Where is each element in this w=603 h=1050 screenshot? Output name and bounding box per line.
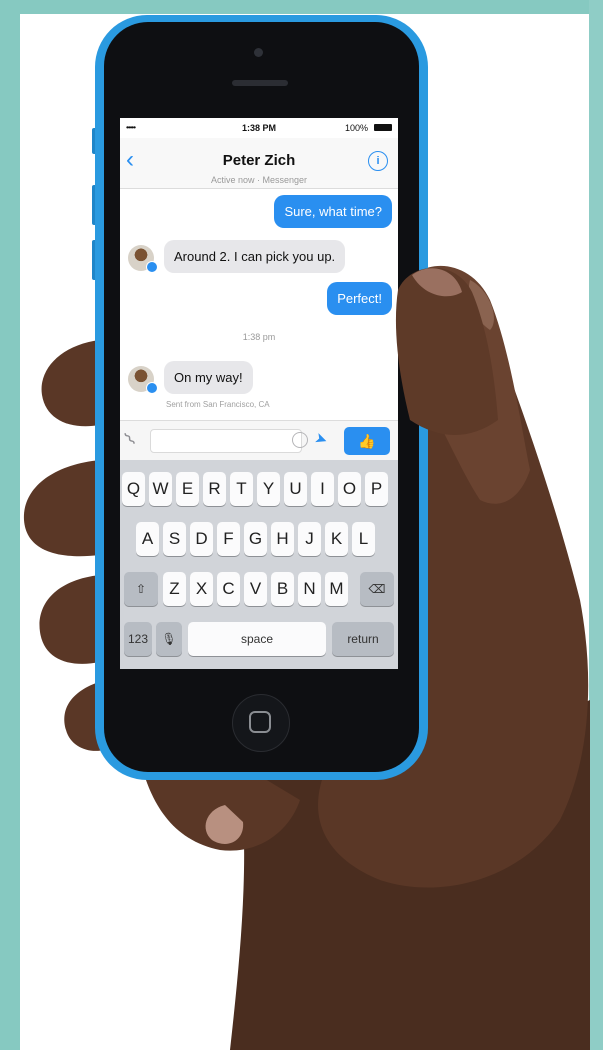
conversation-title: Peter Zich	[222, 152, 296, 169]
battery-percent: 100%	[344, 123, 368, 133]
key-c[interactable]: C	[217, 572, 240, 606]
backspace-icon[interactable]: ⌫	[360, 572, 394, 606]
key-k[interactable]: K	[325, 522, 348, 556]
key-p[interactable]: P	[365, 472, 388, 506]
paperclip-icon[interactable]: ⌇	[120, 429, 140, 451]
key-s[interactable]: S	[163, 522, 186, 556]
message-composer: ⌇ ➤ 👍	[120, 420, 398, 461]
message-input[interactable]	[150, 429, 302, 453]
key-f[interactable]: F	[217, 522, 240, 556]
key-r[interactable]: R	[203, 472, 226, 506]
shift-icon[interactable]: ⇧	[124, 572, 158, 606]
messenger-badge-icon	[146, 382, 158, 394]
key-t[interactable]: T	[230, 472, 253, 506]
key-i[interactable]: I	[311, 472, 334, 506]
numbers-key[interactable]: 123	[124, 622, 152, 656]
conversation-header: ‹ Peter Zich Active now · Messenger i	[120, 138, 398, 189]
key-w[interactable]: W	[149, 472, 172, 506]
key-u[interactable]: U	[284, 472, 307, 506]
key-x[interactable]: X	[190, 572, 213, 606]
info-icon[interactable]: i	[368, 151, 388, 171]
key-y[interactable]: Y	[257, 472, 280, 506]
home-button-icon	[249, 711, 271, 733]
battery-icon	[374, 124, 392, 131]
messenger-badge-icon	[146, 261, 158, 273]
key-d[interactable]: D	[190, 522, 213, 556]
key-j[interactable]: J	[298, 522, 321, 556]
key-m[interactable]: M	[325, 572, 348, 606]
keyboard: Q W E R T Y U I O P A S D F G H J K L ⇧ …	[120, 460, 398, 669]
phone-screen: ••••• 1:38 PM 100% ‹ Peter Zich Active n…	[120, 118, 398, 669]
key-z[interactable]: Z	[163, 572, 186, 606]
key-e[interactable]: E	[176, 472, 199, 506]
message-bubble-incoming: Around 2. I can pick you up.	[164, 240, 346, 273]
return-key[interactable]: return	[332, 622, 394, 656]
conversation-subtitle: Active now · Messenger	[210, 175, 308, 185]
key-g[interactable]: G	[244, 522, 267, 556]
key-o[interactable]: O	[338, 472, 361, 506]
front-camera	[254, 48, 263, 57]
status-bar: ••••• 1:38 PM 100%	[120, 118, 398, 138]
key-b[interactable]: B	[271, 572, 294, 606]
thumbs-up-icon[interactable]: 👍	[344, 427, 390, 455]
key-l[interactable]: L	[352, 522, 375, 556]
key-a[interactable]: A	[136, 522, 159, 556]
location-arrow-icon[interactable]: ➤	[312, 428, 330, 449]
message-bubble-outgoing: Perfect!	[327, 282, 392, 315]
message-timestamp: 1:38 pm	[242, 332, 276, 342]
key-v[interactable]: V	[244, 572, 267, 606]
message-bubble-outgoing: Sure, what time?	[274, 195, 392, 228]
key-n[interactable]: N	[298, 572, 321, 606]
earpiece	[232, 80, 288, 86]
space-key[interactable]: space	[188, 622, 326, 656]
message-location: Sent from San Francisco, CA	[166, 400, 270, 409]
emoji-icon[interactable]	[292, 432, 308, 448]
key-q[interactable]: Q	[122, 472, 145, 506]
message-bubble-incoming: On my way!	[164, 361, 253, 394]
microphone-icon[interactable]: 🎙	[156, 622, 182, 656]
key-h[interactable]: H	[271, 522, 294, 556]
